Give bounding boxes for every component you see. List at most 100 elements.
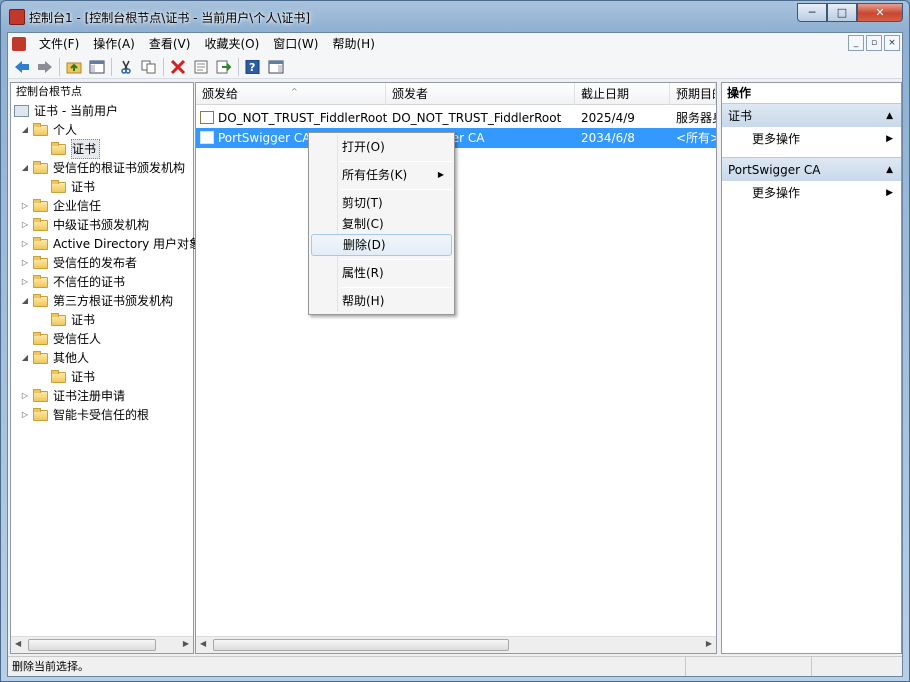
context-item-open[interactable]: 打开(O) xyxy=(311,136,452,158)
mdi-close-button[interactable]: × xyxy=(884,35,900,51)
forward-icon[interactable] xyxy=(35,57,55,77)
list-horizontal-scrollbar[interactable]: ◀ ▶ xyxy=(196,636,716,653)
tree-horizontal-scrollbar[interactable]: ◀ ▶ xyxy=(11,636,193,653)
up-folder-icon[interactable] xyxy=(64,57,84,77)
mdi-minimize-button[interactable]: _ xyxy=(848,35,864,51)
help-icon[interactable]: ? xyxy=(243,57,263,77)
show-hide-action-icon[interactable] xyxy=(266,57,286,77)
tree-node-trusted-publishers[interactable]: ▷ 受信任的发布者 xyxy=(20,254,137,272)
tree-node-ad-user-object[interactable]: ▷ Active Directory 用户对象 xyxy=(20,235,201,253)
expand-collapse-icon[interactable]: ▷ xyxy=(20,387,30,405)
export-icon[interactable] xyxy=(214,57,234,77)
tree-node-label: 证书注册申请 xyxy=(53,389,126,403)
scroll-left-arrow-icon[interactable]: ◀ xyxy=(15,639,21,648)
minimize-button[interactable]: ─ xyxy=(797,3,827,22)
table-row-selected[interactable]: PortSwigger CA PortSwigger CA 2034/6/8 <… xyxy=(196,128,716,148)
status-pane-2 xyxy=(686,657,812,676)
scroll-thumb[interactable] xyxy=(28,639,156,651)
delete-icon[interactable] xyxy=(168,57,188,77)
tree-node-third-party-root[interactable]: ◢ 第三方根证书颁发机构 xyxy=(20,292,173,310)
folder-icon xyxy=(33,255,48,269)
menu-file[interactable]: 文件(F) xyxy=(32,34,86,54)
cut-icon[interactable] xyxy=(116,57,136,77)
actions-pane: 操作 证书 ▲ 更多操作 ▶ PortSwigger CA ▲ 更多操作 ▶ xyxy=(721,82,902,654)
back-icon[interactable] xyxy=(12,57,32,77)
menu-window[interactable]: 窗口(W) xyxy=(266,34,325,54)
tree-node-enrollment-requests[interactable]: ▷ 证书注册申请 xyxy=(20,387,125,405)
client-area: 文件(F) 操作(A) 查看(V) 收藏夹(O) 窗口(W) 帮助(H) _ ▫… xyxy=(7,32,903,677)
menu-action[interactable]: 操作(A) xyxy=(86,34,142,54)
copy-icon[interactable] xyxy=(139,57,159,77)
more-actions-item[interactable]: 更多操作 ▶ xyxy=(722,127,901,151)
expand-collapse-icon[interactable]: ▷ xyxy=(20,406,30,424)
close-button[interactable]: ✕ xyxy=(857,3,903,22)
console-tree-pane[interactable]: 控制台根节点 证书 - 当前用户 ◢ 个人 证书 ◢ 受信任的根证书颁发机构 证书 … xyxy=(10,82,201,654)
tree-node-trusted-root[interactable]: ◢ 受信任的根证书颁发机构 xyxy=(20,159,185,177)
expand-collapse-icon[interactable]: ▷ xyxy=(20,197,30,215)
console-app-icon[interactable] xyxy=(9,9,25,25)
tree-node-smartcard-roots[interactable]: ▷ 智能卡受信任的根 xyxy=(20,406,149,424)
expand-collapse-icon[interactable]: ▷ xyxy=(20,254,30,272)
context-item-help[interactable]: 帮助(H) xyxy=(311,290,452,312)
tree-node-other-people[interactable]: ◢ 其他人 xyxy=(20,349,89,367)
actions-section-portswigger[interactable]: PortSwigger CA ▲ xyxy=(722,157,901,181)
document-menu-icon[interactable] xyxy=(12,37,26,51)
menu-help[interactable]: 帮助(H) xyxy=(325,34,381,54)
tree-node-trusted-people[interactable]: 受信任人 xyxy=(33,330,101,348)
properties-icon[interactable] xyxy=(191,57,211,77)
expand-collapse-icon[interactable]: ◢ xyxy=(20,349,30,367)
column-header-issuer[interactable]: 颁发者 xyxy=(386,83,575,105)
scroll-right-arrow-icon[interactable]: ▶ xyxy=(706,639,712,648)
context-item-cut[interactable]: 剪切(T) xyxy=(311,192,452,214)
scroll-right-arrow-icon[interactable]: ▶ xyxy=(183,639,189,648)
tree-node-personal[interactable]: ◢ 个人 xyxy=(20,121,77,139)
column-label: 颁发给 xyxy=(202,87,239,101)
scroll-left-arrow-icon[interactable]: ◀ xyxy=(200,639,206,648)
mdi-restore-button[interactable]: ▫ xyxy=(866,35,882,51)
menu-favorites[interactable]: 收藏夹(O) xyxy=(197,34,266,54)
column-header-purpose[interactable]: 预期目的 xyxy=(670,83,716,105)
tree-node-intermediate-ca[interactable]: ▷ 中级证书颁发机构 xyxy=(20,216,149,234)
expand-collapse-icon[interactable]: ▷ xyxy=(20,273,30,291)
action-label: 更多操作 xyxy=(752,132,801,146)
menu-separator xyxy=(340,287,452,288)
certificate-list-pane[interactable]: 颁发给 ^ 颁发者 截止日期 预期目的 DO_NOT_TRUST_FiddlerR… xyxy=(195,82,717,654)
context-item-properties[interactable]: 属性(R) xyxy=(311,262,452,284)
table-row[interactable]: DO_NOT_TRUST_FiddlerRoot DO_NOT_TRUST_Fi… xyxy=(196,108,716,128)
expand-collapse-icon[interactable]: ◢ xyxy=(20,159,30,177)
expand-collapse-icon[interactable]: ▷ xyxy=(20,235,30,253)
title-bar[interactable]: 控制台1 - [控制台根节点\证书 - 当前用户\个人\证书] ─ □ ✕ xyxy=(1,1,909,33)
menu-bar: 文件(F) 操作(A) 查看(V) 收藏夹(O) 窗口(W) 帮助(H) _ ▫… xyxy=(8,33,902,55)
expand-collapse-icon[interactable]: ◢ xyxy=(20,292,30,310)
tree-node-cert-current-user[interactable]: 证书 - 当前用户 xyxy=(14,102,118,120)
expand-collapse-icon[interactable]: ▷ xyxy=(20,216,30,234)
toolbar-separator xyxy=(59,57,60,76)
column-header-issued-to[interactable]: 颁发给 ^ xyxy=(196,83,386,105)
tree-root-header[interactable]: 控制台根节点 xyxy=(11,83,193,101)
tree-node-enterprise-trust[interactable]: ▷ 企业信任 xyxy=(20,197,101,215)
cell-issued-to: DO_NOT_TRUST_FiddlerRoot xyxy=(218,111,388,125)
actions-section-certificates[interactable]: 证书 ▲ xyxy=(722,103,901,127)
context-item-all-tasks[interactable]: 所有任务(K) ▶ xyxy=(311,164,452,186)
scroll-thumb[interactable] xyxy=(213,639,509,651)
column-header-expiration[interactable]: 截止日期 xyxy=(575,83,670,105)
toolbar: ? xyxy=(8,55,902,79)
more-actions-item[interactable]: 更多操作 ▶ xyxy=(722,181,901,205)
maximize-button[interactable]: □ xyxy=(827,3,857,22)
tree-node-trusted-root-certs[interactable]: 证书 xyxy=(51,178,95,196)
collapse-arrow-icon[interactable]: ▲ xyxy=(886,158,893,182)
context-item-delete[interactable]: 删除(D) xyxy=(311,234,452,256)
tree-node-third-party-certs[interactable]: 证书 xyxy=(51,311,95,329)
context-item-copy[interactable]: 复制(C) xyxy=(311,213,452,235)
show-hide-tree-icon[interactable] xyxy=(87,57,107,77)
tree-node-personal-certs[interactable]: 证书 xyxy=(51,139,101,159)
tree-node-other-people-certs[interactable]: 证书 xyxy=(51,368,95,386)
tree-node-untrusted-certs[interactable]: ▷ 不信任的证书 xyxy=(20,273,125,291)
column-header-row: 颁发给 ^ 颁发者 截止日期 预期目的 xyxy=(196,83,716,105)
menu-view[interactable]: 查看(V) xyxy=(142,34,198,54)
expand-collapse-icon[interactable]: ◢ xyxy=(20,121,30,139)
collapse-arrow-icon[interactable]: ▲ xyxy=(886,104,893,128)
certificate-icon xyxy=(200,111,214,124)
cell-issuer: DO_NOT_TRUST_FiddlerRoot xyxy=(392,111,562,125)
cell-purpose: <所有> xyxy=(676,131,716,145)
